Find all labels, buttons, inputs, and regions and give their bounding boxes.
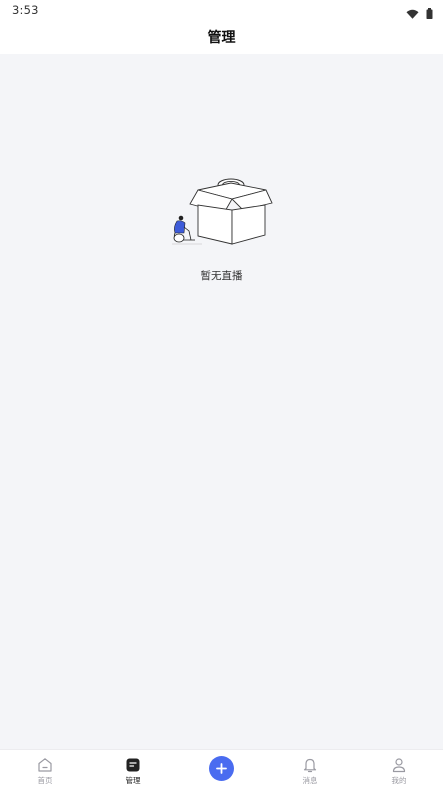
- tab-manage[interactable]: 管理: [103, 750, 163, 789]
- manage-icon: [124, 756, 142, 774]
- tab-manage-label: 管理: [125, 776, 141, 785]
- page-title: 管理: [207, 30, 236, 46]
- add-button[interactable]: [209, 756, 234, 781]
- app-screen: 3:53 管理 暂无直播 首页 管理 消息 我的: [0, 0, 443, 789]
- tab-mine[interactable]: 我的: [369, 750, 429, 789]
- battery-icon: [426, 4, 433, 23]
- page-header: 管理: [0, 22, 443, 54]
- wifi-icon: [406, 4, 419, 23]
- main-content: 暂无直播: [0, 54, 443, 749]
- user-icon: [390, 756, 408, 774]
- tab-message[interactable]: 消息: [280, 750, 340, 789]
- empty-box-illustration: [168, 174, 276, 254]
- empty-state-message: 暂无直播: [200, 270, 243, 282]
- bell-icon: [301, 756, 319, 774]
- tab-message-label: 消息: [302, 776, 318, 785]
- home-icon: [36, 756, 54, 774]
- plus-icon: [216, 759, 227, 778]
- status-time: 3:53: [12, 3, 39, 17]
- tab-mine-label: 我的: [391, 776, 407, 785]
- status-bar: 3:53: [0, 0, 443, 22]
- tab-home[interactable]: 首页: [15, 750, 75, 789]
- status-icons: [406, 4, 433, 23]
- bottom-tab-bar: 首页 管理 消息 我的: [0, 749, 443, 789]
- tab-home-label: 首页: [37, 776, 53, 785]
